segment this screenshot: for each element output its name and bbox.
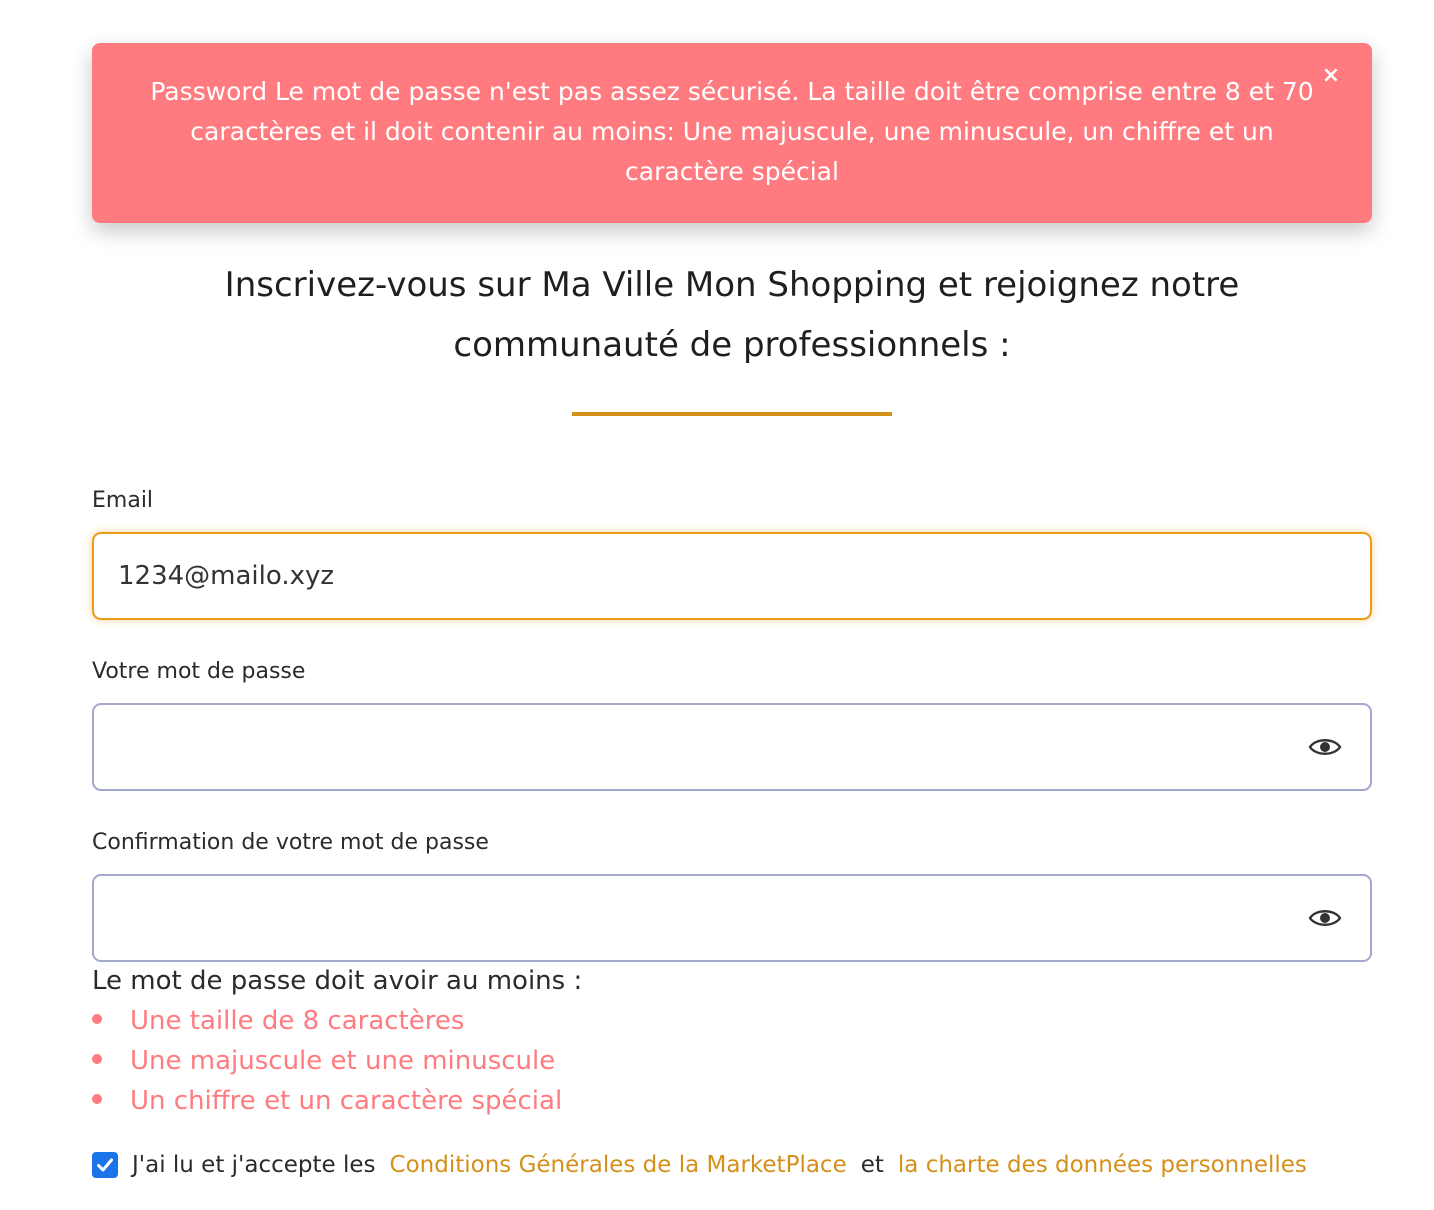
password-label: Votre mot de passe [92,659,306,684]
password-rule-text: Un chiffre et un caractère spécial [130,1086,563,1116]
bullet-icon [92,1053,102,1064]
terms-prefix: J'ai lu et j'accepte les [132,1152,376,1178]
eye-icon[interactable] [1308,906,1342,930]
terms-checkbox[interactable] [92,1152,118,1178]
password-rule-item: Une majuscule et une minuscule [92,1046,555,1076]
bullet-icon [92,1093,102,1104]
heading-line-1: Inscrivez-vous sur Ma Ville Mon Shopping… [224,265,1240,305]
heading-line-2: communauté de professionnels : [453,325,1011,365]
bullet-icon [92,1013,102,1024]
terms-privacy-link[interactable]: la charte des données personnelles [898,1152,1307,1178]
password-confirm-label: Confirmation de votre mot de passe [92,830,489,855]
password-rule-text: Une majuscule et une minuscule [130,1046,556,1076]
password-rule-text: Une taille de 8 caractères [130,1006,465,1036]
password-field[interactable] [92,703,1372,791]
checkmark-icon [97,1158,113,1172]
page-heading: Inscrivez-vous sur Ma Ville Mon Shopping… [92,255,1372,375]
heading-divider [572,412,892,416]
terms-row: J'ai lu et j'accepte les Conditions Géné… [92,1152,1307,1178]
password-confirm-field[interactable] [92,874,1372,962]
terms-conditions-link[interactable]: Conditions Générales de la MarketPlace [390,1152,847,1178]
email-field[interactable]: 1234@mailo.xyz [92,532,1372,620]
password-rules-title: Le mot de passe doit avoir au moins : [92,966,583,996]
password-rule-item: Une taille de 8 caractères [92,1006,464,1036]
alert-message: Password Le mot de passe n'est pas assez… [150,77,1314,186]
error-alert: Password Le mot de passe n'est pas assez… [92,43,1372,223]
email-label: Email [92,488,154,513]
password-rule-item: Un chiffre et un caractère spécial [92,1086,562,1116]
alert-close-button[interactable]: × [1320,63,1342,89]
terms-joiner: et [860,1152,884,1178]
email-field-value: 1234@mailo.xyz [118,561,335,591]
eye-icon[interactable] [1308,735,1342,759]
